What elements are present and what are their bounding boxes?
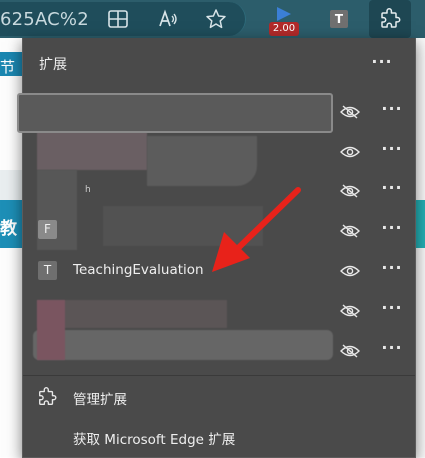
get-extensions-label: 获取 Microsoft Edge 扩展 [73, 432, 236, 448]
read-aloud-icon[interactable] [157, 8, 179, 30]
eye-hidden-icon[interactable] [340, 184, 360, 198]
eye-visible-icon[interactable] [340, 264, 360, 278]
extension-row[interactable] [17, 93, 333, 133]
extension-more-button[interactable]: ··· [380, 258, 404, 282]
popup-divider [23, 375, 415, 376]
extension-name: h [85, 185, 91, 195]
extension-badge: 2.00 [269, 22, 299, 36]
manage-extensions-item[interactable]: 管理扩展 [23, 378, 415, 416]
manage-extensions-label: 管理扩展 [73, 392, 127, 408]
extension-more-button[interactable]: ··· [380, 218, 404, 242]
popup-more-button[interactable]: ··· [370, 52, 394, 76]
extension-icon: F [38, 220, 57, 239]
favorite-star-icon[interactable] [205, 8, 227, 30]
get-extensions-item[interactable]: 获取 Microsoft Edge 扩展 [23, 418, 415, 456]
puzzle-icon [381, 8, 401, 28]
extension-more-button[interactable]: ··· [380, 338, 404, 362]
eye-hidden-icon[interactable] [340, 105, 360, 119]
extension-more-button[interactable]: ··· [380, 178, 404, 202]
extensions-popup: 扩展 ··· ··· ··· h ··· F ··· T TeachingEva… [17, 38, 416, 458]
eye-visible-icon[interactable] [340, 145, 360, 159]
split-screen-icon[interactable] [107, 8, 129, 30]
browser-toolbar: 625AC%2 2.00 T [0, 0, 425, 38]
page-text-fragment: 节 [0, 58, 16, 76]
eye-hidden-icon[interactable] [340, 224, 360, 238]
t-extension-icon[interactable]: T [330, 10, 348, 28]
extension-more-button[interactable]: ··· [380, 298, 404, 322]
popup-title: 扩展 [39, 57, 67, 73]
extension-more-button[interactable]: ··· [380, 139, 404, 163]
eye-hidden-icon[interactable] [340, 344, 360, 358]
eye-hidden-icon[interactable] [340, 304, 360, 318]
extensions-button[interactable] [369, 0, 411, 38]
puzzle-icon [39, 387, 57, 405]
page-text-fragment-2: 教 [0, 219, 17, 239]
extension-more-button[interactable]: ··· [380, 99, 404, 123]
extension-name: TeachingEvaluation [73, 262, 204, 278]
address-text: 625AC%2 [0, 9, 89, 30]
extension-icon: T [38, 261, 57, 280]
